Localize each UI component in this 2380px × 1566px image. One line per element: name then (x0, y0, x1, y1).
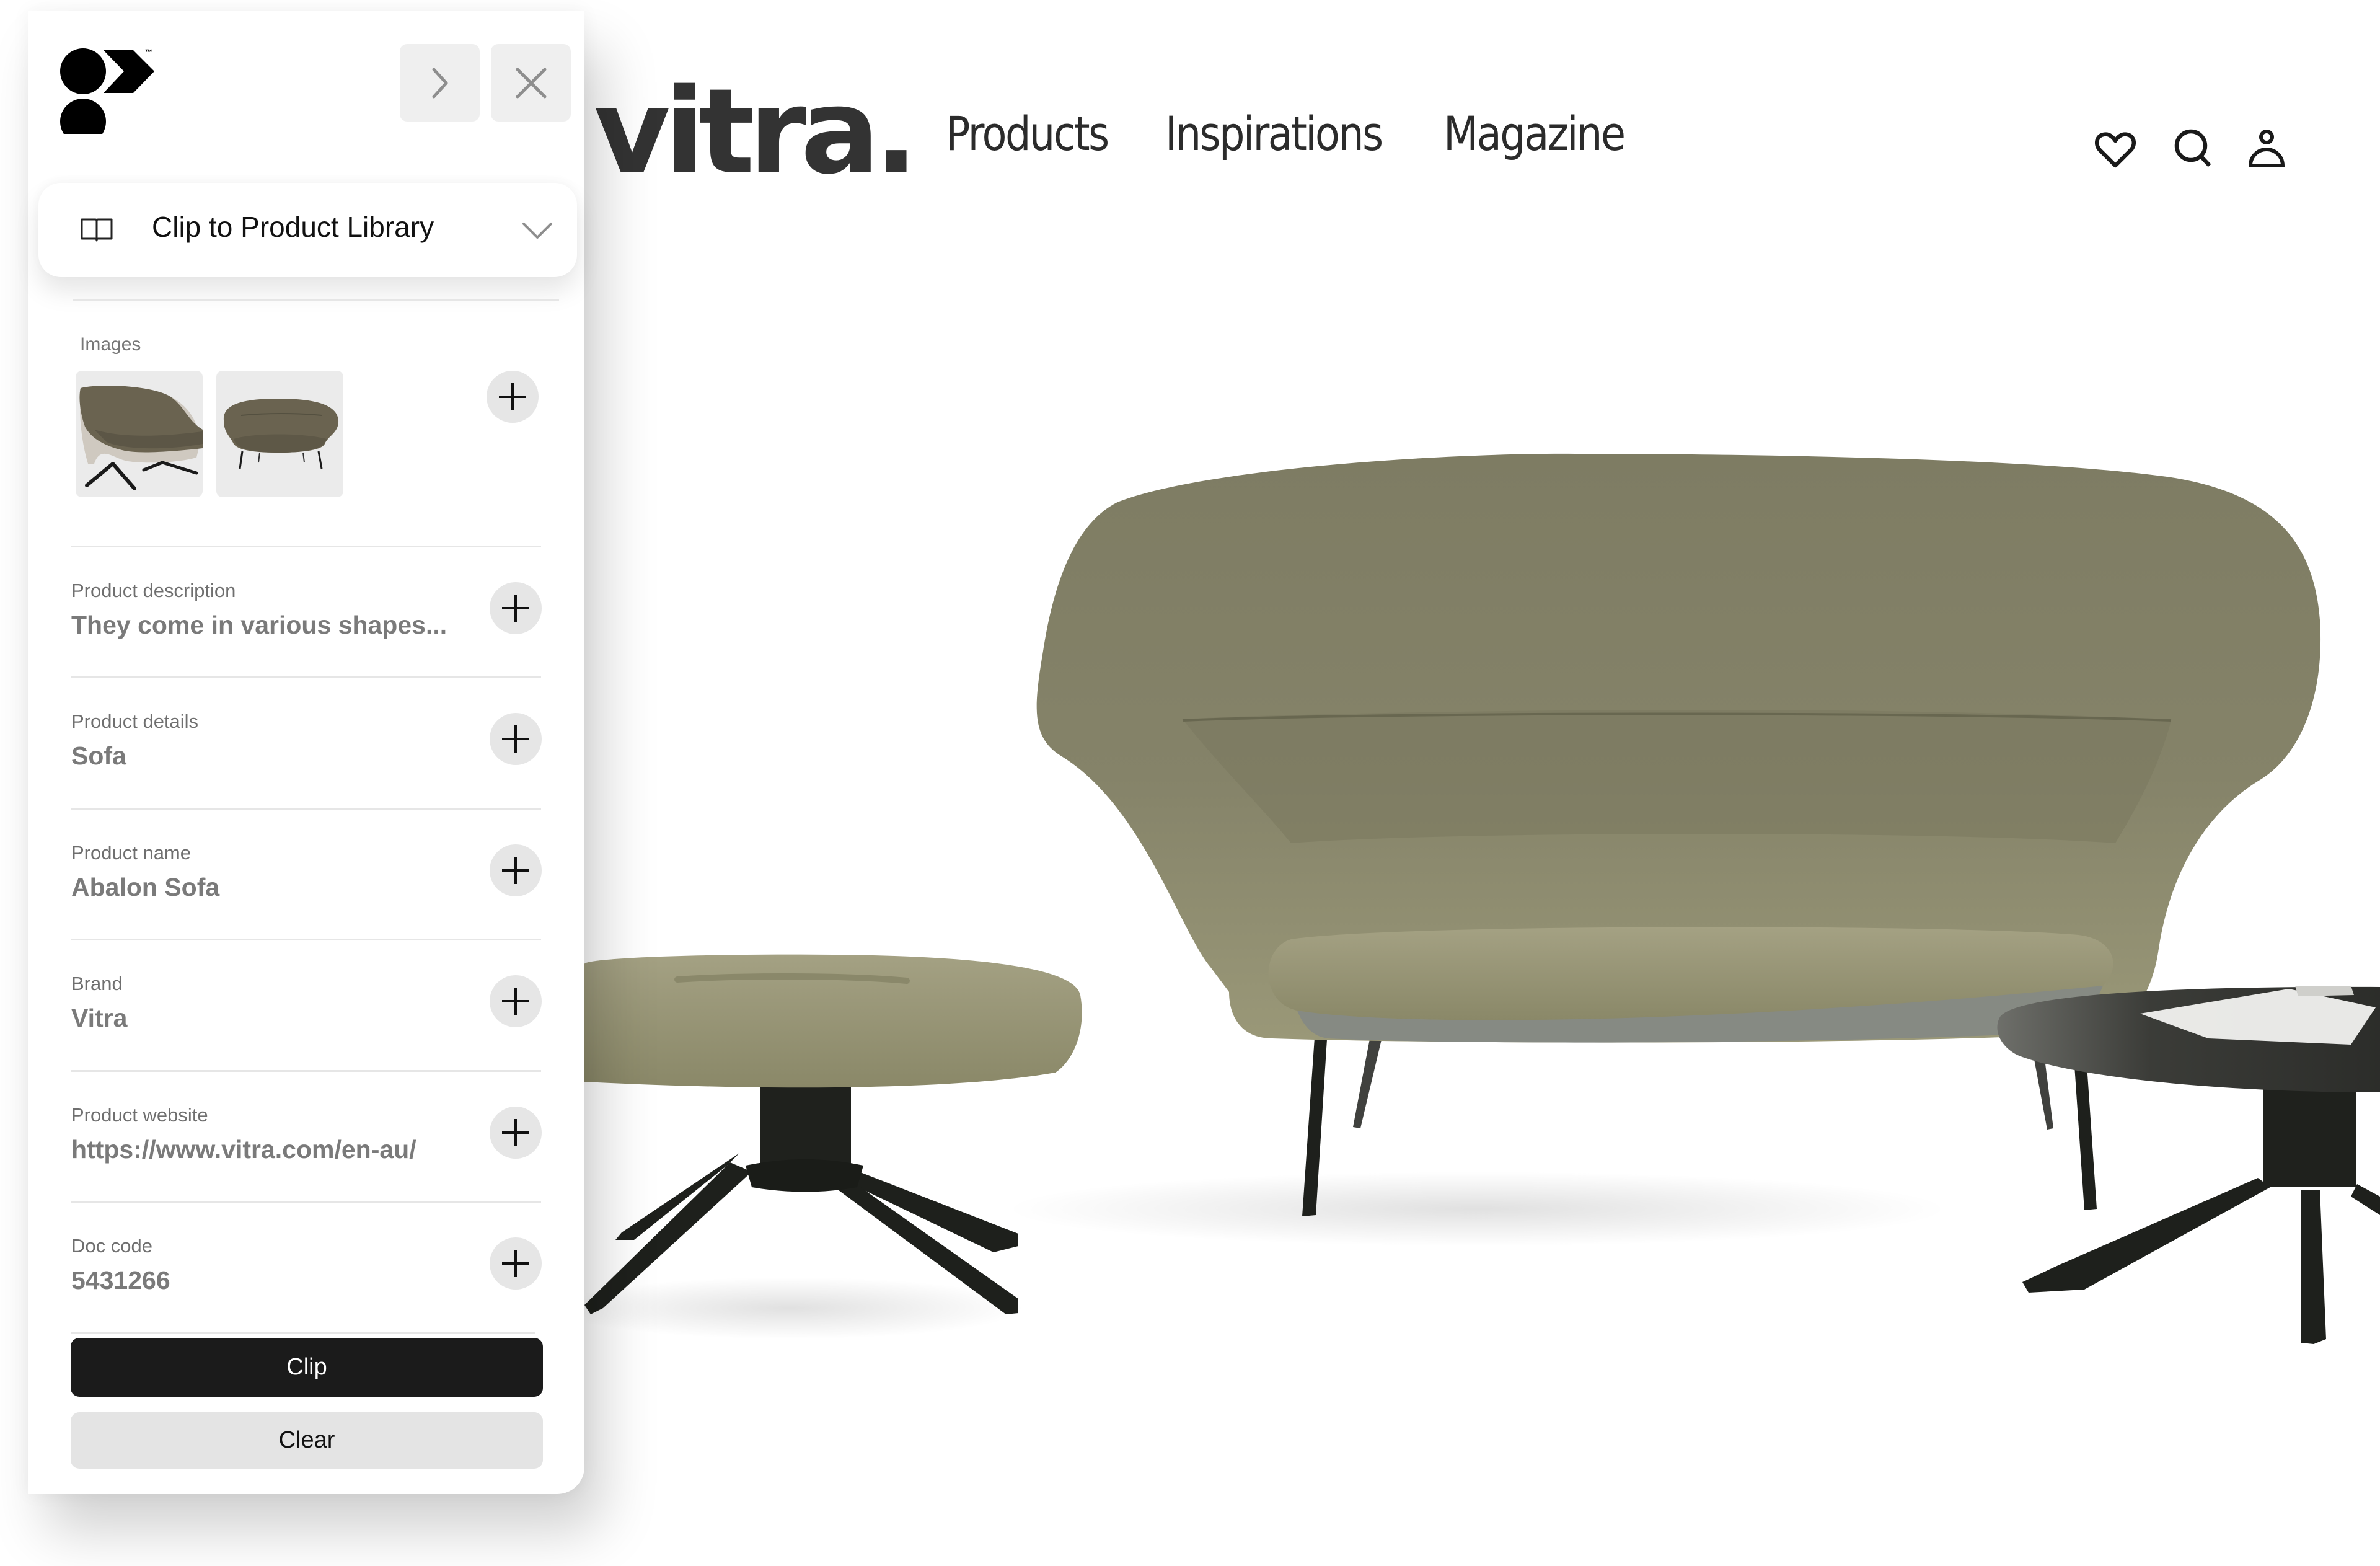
thumbnail-abalon-sofa (223, 399, 339, 469)
collapse-button[interactable] (400, 44, 480, 122)
side-table (1997, 986, 2380, 1344)
main-nav: Products Inspirations Magazine (946, 110, 1654, 157)
divider (71, 939, 541, 940)
clipper-panel: ™ Clip to Product Library Images Product… (28, 11, 584, 1494)
field-label: Brand (71, 973, 123, 994)
field-value: 5431266 (71, 1266, 170, 1294)
search-icon[interactable] (2171, 127, 2215, 170)
plus-icon (502, 595, 529, 622)
add-image-button[interactable] (487, 371, 539, 423)
add-product-name-button[interactable] (490, 844, 542, 896)
field-label: Product description (71, 580, 236, 601)
plus-icon (502, 857, 529, 884)
field-product-name: Product name Abalon Sofa (71, 843, 542, 900)
clear-button[interactable]: Clear (71, 1412, 543, 1469)
ottoman (584, 954, 1082, 1314)
field-product-description: Product description They come in various… (71, 581, 542, 638)
hero-product-image (584, 453, 2380, 1344)
plus-icon (499, 383, 526, 410)
divider (71, 1201, 541, 1203)
trademark-symbol: ™ (145, 48, 152, 56)
divider (71, 676, 541, 678)
field-label: Product details (71, 710, 199, 732)
vitra-logo[interactable]: vitra. (594, 73, 919, 191)
destination-dropdown[interactable]: Clip to Product Library (38, 183, 577, 277)
divider (71, 546, 541, 547)
plus-icon (502, 1250, 529, 1277)
image-thumbnail[interactable] (216, 371, 343, 497)
close-icon (516, 68, 546, 98)
plus-icon (502, 988, 529, 1015)
field-label: Product website (71, 1104, 208, 1126)
images-label: Images (80, 334, 141, 355)
field-value: Abalon Sofa (71, 873, 220, 901)
divider (73, 299, 559, 301)
field-value: Vitra (71, 1004, 128, 1032)
add-product-details-button[interactable] (490, 713, 542, 765)
book-icon (81, 218, 113, 242)
field-value: Sofa (71, 741, 126, 770)
close-button[interactable] (491, 44, 571, 122)
nav-inspirations[interactable]: Inspirations (1165, 110, 1383, 157)
field-brand: Brand Vitra (71, 974, 542, 1031)
chevron-down-icon (522, 223, 552, 239)
chevron-right-icon (432, 68, 447, 98)
divider (71, 1070, 541, 1072)
destination-label: Clip to Product Library (152, 211, 434, 243)
add-product-website-button[interactable] (490, 1107, 542, 1159)
ottoman-shadow (584, 1277, 1025, 1339)
app-logo: ™ (60, 48, 154, 134)
heart-icon[interactable] (2094, 127, 2137, 170)
nav-products[interactable]: Products (946, 110, 1109, 157)
divider (71, 808, 541, 810)
sofa (1036, 453, 2321, 1043)
field-value: They come in various shapes... (71, 611, 447, 639)
field-value: https://www.vitra.com/en-au/ (71, 1135, 416, 1164)
image-thumbnail[interactable] (76, 371, 203, 497)
sofa-shadow (1006, 1172, 1948, 1246)
add-brand-button[interactable] (490, 975, 542, 1027)
divider (71, 1332, 535, 1334)
thumbnail-high-back-sofa (79, 386, 203, 490)
plus-icon (502, 1119, 529, 1146)
field-doc-code: Doc code 5431266 (71, 1236, 542, 1293)
plus-icon (502, 725, 529, 753)
clip-button[interactable]: Clip (71, 1338, 543, 1397)
field-label: Product name (71, 842, 191, 864)
add-doc-code-button[interactable] (490, 1237, 542, 1290)
user-icon[interactable] (2245, 127, 2288, 170)
field-label: Doc code (71, 1235, 152, 1257)
nav-magazine[interactable]: Magazine (1443, 110, 1626, 157)
add-product-description-button[interactable] (490, 582, 542, 634)
field-product-details: Product details Sofa (71, 712, 542, 769)
field-product-website: Product website https://www.vitra.com/en… (71, 1105, 542, 1162)
